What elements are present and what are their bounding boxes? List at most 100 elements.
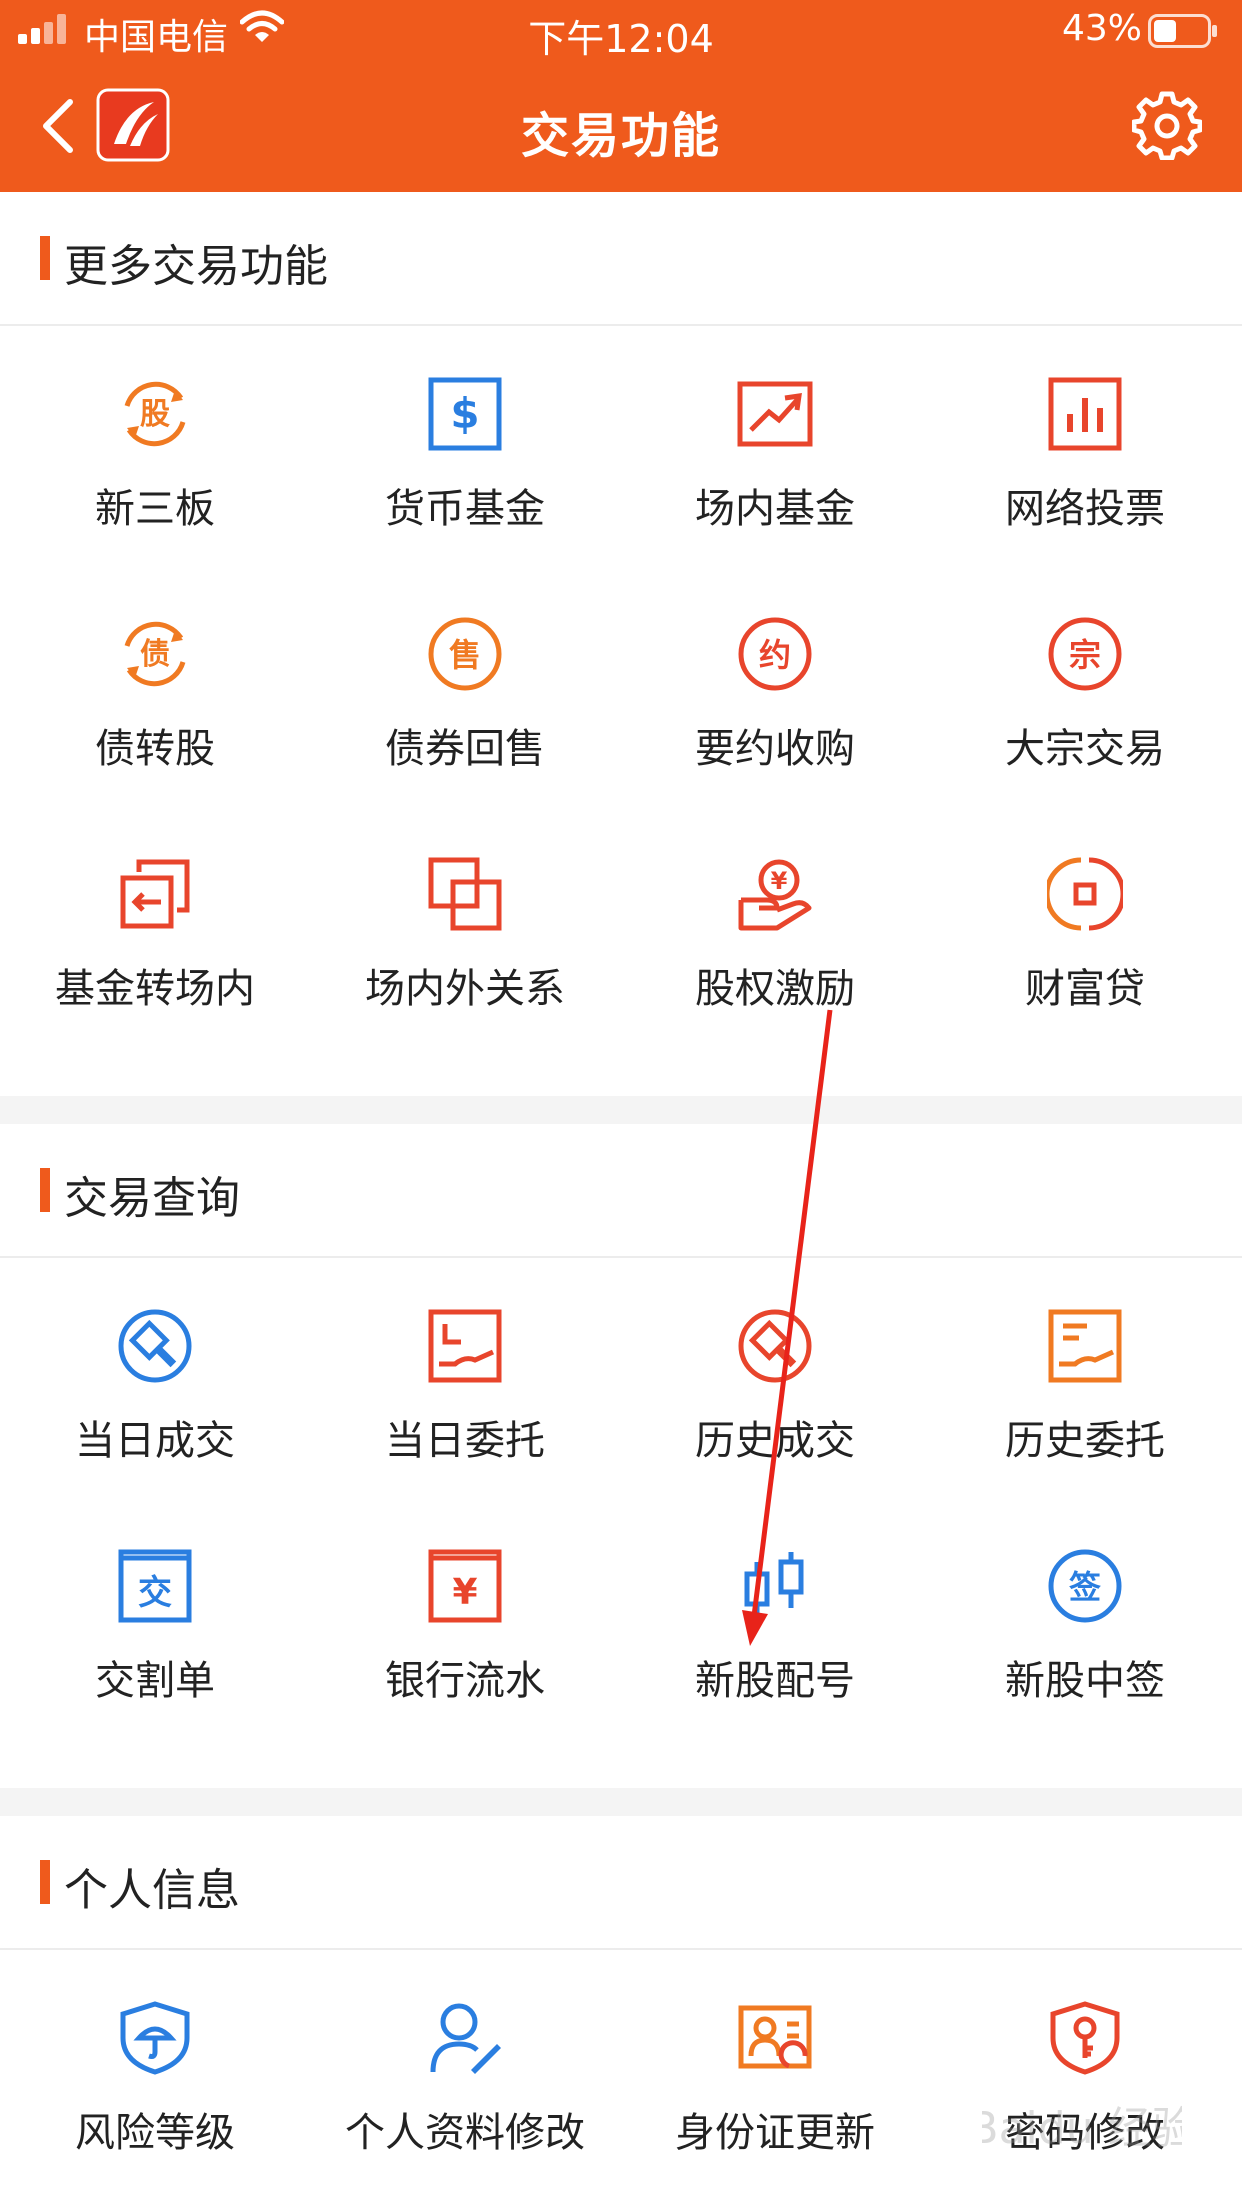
grid-item-label: 风险等级 <box>75 2110 235 2156</box>
grid-item-label: 当日成交 <box>75 1418 235 1464</box>
wealth-loan-icon <box>1047 857 1123 931</box>
dollar-square-icon: $ <box>428 377 502 451</box>
grid-item-today-deals[interactable]: 当日成交 <box>0 1258 310 1498</box>
grid-item-today-orders[interactable]: 当日委托 <box>310 1258 620 1498</box>
grid-trade-query: 当日成交 当日委托 历史成交 历史委托 交 交割单 ¥ 银行流水 新股配号 签 … <box>0 1258 1242 1778</box>
svg-text:¥: ¥ <box>452 1572 477 1613</box>
grid-item-label: 要约收购 <box>695 726 855 772</box>
grid-item-label: 新三板 <box>95 486 215 532</box>
grid-item-label: 财富贷 <box>1025 966 1145 1012</box>
gavel-history-icon <box>738 1309 812 1383</box>
section-divider <box>0 1096 1242 1124</box>
svg-text:签: 签 <box>1069 1568 1101 1606</box>
grid-item-label: 新股中签 <box>1005 1658 1165 1704</box>
grid-item-money-fund[interactable]: $ 货币基金 <box>310 326 620 566</box>
baidu-watermark: Baidu 经验 <box>982 2103 1182 2154</box>
grid-item-profile-edit[interactable]: 个人资料修改 <box>310 1950 620 2190</box>
nav-bar: 交易功能 <box>0 60 1242 192</box>
grid-item-label: 历史成交 <box>695 1418 855 1464</box>
svg-text:宗: 宗 <box>1069 636 1101 674</box>
grid-item-label: 身份证更新 <box>675 2110 875 2156</box>
grid-item-label: 货币基金 <box>385 486 545 532</box>
key-shield-icon <box>1050 2001 1120 2075</box>
section-title: 更多交易功能 <box>64 241 328 292</box>
section-header-trade-query: 交易查询 <box>0 1124 1242 1258</box>
grid-item-block-trade[interactable]: 宗 大宗交易 <box>930 566 1240 806</box>
section-header-more-trade: 更多交易功能 <box>0 192 1242 326</box>
sell-circle-icon: 售 <box>428 617 502 691</box>
grid-item-in-out-relation[interactable]: 场内外关系 <box>310 806 620 1046</box>
page-title: 交易功能 <box>520 108 721 164</box>
svg-text:股: 股 <box>140 397 170 432</box>
grid-item-exchange-fund[interactable]: 场内基金 <box>620 326 930 566</box>
grid-item-bank-statement[interactable]: ¥ 银行流水 <box>310 1498 620 1738</box>
grid-item-label: 个人资料修改 <box>345 2110 585 2156</box>
risk-shield-icon <box>120 2001 190 2075</box>
section-divider <box>0 1788 1242 1816</box>
grid-item-label: 场内基金 <box>695 486 855 532</box>
grid-item-history-orders[interactable]: 历史委托 <box>930 1258 1240 1498</box>
section-accent-bar <box>40 1168 50 1212</box>
offer-circle-icon: 约 <box>738 617 812 691</box>
gavel-circle-icon <box>118 1309 192 1383</box>
grid-item-online-vote[interactable]: 网络投票 <box>930 326 1240 566</box>
lottery-circle-icon: 签 <box>1048 1549 1122 1623</box>
svg-text:售: 售 <box>449 636 481 674</box>
top-bar: 中国电信 下午12:04 43% 交易功能 <box>0 0 1242 192</box>
gear-icon[interactable] <box>1132 90 1202 160</box>
svg-text:债: 债 <box>140 637 170 672</box>
grid-item-label: 新股配号 <box>695 1658 855 1704</box>
grid-item-tender-offer[interactable]: 约 要约收购 <box>620 566 930 806</box>
grid-item-label: 债转股 <box>95 726 215 772</box>
grid-item-wealth-loan[interactable]: 财富贷 <box>930 806 1240 1046</box>
svg-text:交: 交 <box>138 1573 172 1613</box>
status-bar: 中国电信 下午12:04 43% <box>0 0 1242 61</box>
grid-item-label: 历史委托 <box>1005 1418 1165 1464</box>
candlestick-icon <box>744 1552 804 1618</box>
bond-rotate-icon: 债 <box>124 621 186 687</box>
grid-item-label: 基金转场内 <box>55 966 255 1012</box>
grid-item-delivery-slip[interactable]: 交 交割单 <box>0 1498 310 1738</box>
trend-chart-icon <box>737 381 813 447</box>
delivery-slip-icon: 交 <box>118 1549 192 1623</box>
grid-item-equity-incentive[interactable]: ¥ 股权激励 <box>620 806 930 1046</box>
transfer-icon <box>120 859 190 929</box>
grid-item-xinsanban[interactable]: 股 新三板 <box>0 326 310 566</box>
grid-item-bond-resale[interactable]: 售 债券回售 <box>310 566 620 806</box>
grid-item-label: 网络投票 <box>1005 486 1165 532</box>
stock-rotate-icon: 股 <box>124 381 186 447</box>
bar-chart-icon <box>1048 377 1122 451</box>
grid-item-risk-level[interactable]: 风险等级 <box>0 1950 310 2190</box>
section-accent-bar <box>40 236 50 280</box>
id-card-refresh-icon <box>738 2005 812 2069</box>
battery-icon <box>1148 14 1217 48</box>
grid-item-history-deals[interactable]: 历史成交 <box>620 1258 930 1498</box>
grid-item-label: 银行流水 <box>385 1658 545 1704</box>
grid-item-label: 债券回售 <box>385 726 545 772</box>
section-title: 个人信息 <box>64 1865 240 1916</box>
battery-percent: 43% <box>1061 8 1142 49</box>
grid-item-ipo-allocation[interactable]: 新股配号 <box>620 1498 930 1738</box>
grid-item-label: 当日委托 <box>385 1418 545 1464</box>
grid-item-ipo-winning[interactable]: 签 新股中签 <box>930 1498 1240 1738</box>
section-title: 交易查询 <box>64 1173 240 1224</box>
svg-text:$: $ <box>450 389 479 438</box>
grid-item-label: 场内外关系 <box>365 966 565 1012</box>
entrust-history-icon <box>1048 1309 1122 1383</box>
grid-item-fund-transfer[interactable]: 基金转场内 <box>0 806 310 1046</box>
coin-hand-icon: ¥ <box>738 859 812 931</box>
svg-text:¥: ¥ <box>771 867 788 895</box>
grid-item-bond-to-stock[interactable]: 债 债转股 <box>0 566 310 806</box>
entrust-icon <box>428 1309 502 1383</box>
status-time: 下午12:04 <box>528 17 714 61</box>
user-edit-icon <box>430 2003 501 2074</box>
section-accent-bar <box>40 1860 50 1904</box>
grid-more-trade: 股 新三板 $ 货币基金 场内基金 网络投票 债 债转股 售 债券回售 约 要约… <box>0 326 1242 1096</box>
grid-item-id-update[interactable]: 身份证更新 <box>620 1950 930 2190</box>
grid-item-label: 大宗交易 <box>1005 726 1165 772</box>
bulk-circle-icon: 宗 <box>1048 617 1122 691</box>
yen-square-icon: ¥ <box>428 1549 502 1623</box>
grid-item-label: 股权激励 <box>695 966 855 1012</box>
section-header-personal-info: 个人信息 <box>0 1816 1242 1950</box>
grid-item-label: 交割单 <box>95 1658 215 1704</box>
